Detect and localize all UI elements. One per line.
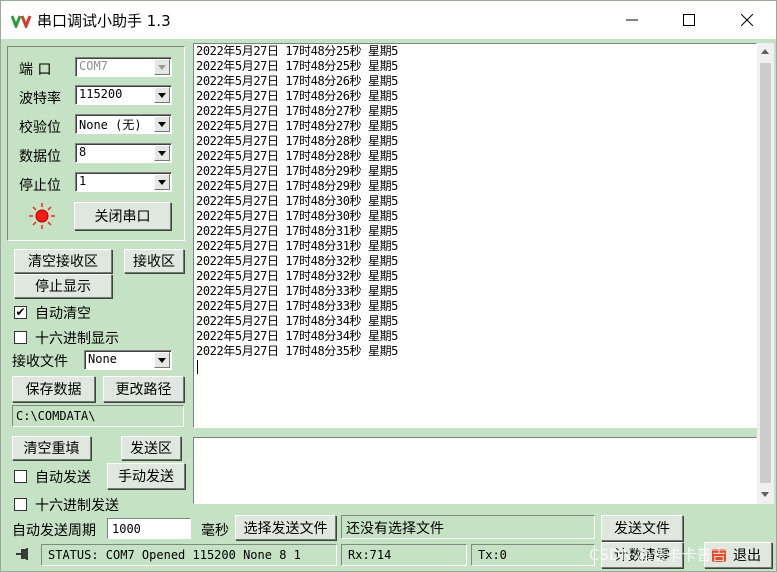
ms-label: 毫秒: [201, 523, 229, 539]
text-caret: [197, 360, 198, 374]
receive-line: 2022年5月27日 17时48分34秒 星期5: [196, 329, 398, 343]
parity-select[interactable]: None (无): [75, 114, 172, 134]
auto-clear-checkbox[interactable]: ✔: [14, 306, 27, 319]
title-bar: 串口调试小助手 1.3: [1, 1, 776, 39]
baud-label: 波特率: [19, 91, 61, 107]
receive-line: 2022年5月27日 17时48分34秒 星期5: [196, 314, 398, 328]
chevron-down-icon[interactable]: [154, 145, 170, 161]
auto-send-label: 自动发送: [35, 470, 91, 486]
receive-line: 2022年5月27日 17时48分25秒 星期5: [196, 44, 398, 58]
send-file-button[interactable]: 发送文件: [601, 515, 683, 541]
hex-display-checkbox[interactable]: [14, 331, 27, 344]
receive-line: 2022年5月27日 17时48分30秒 星期5: [196, 194, 398, 208]
minimize-icon: [626, 19, 638, 21]
send-area-button[interactable]: 发送区: [121, 436, 181, 460]
send-file-status: 还没有选择文件: [341, 515, 595, 539]
receive-area-button[interactable]: 接收区: [124, 249, 184, 273]
stopbits-label: 停止位: [19, 178, 61, 194]
period-label: 自动发送周期: [12, 523, 96, 539]
receive-scrollbar[interactable]: [757, 43, 774, 504]
chevron-down-icon[interactable]: [154, 87, 170, 103]
receive-line: 2022年5月27日 17时48分31秒 星期5: [196, 224, 398, 238]
rx-count: Rx:714: [341, 544, 467, 566]
auto-clear-label: 自动清空: [35, 306, 91, 322]
port-value: COM7: [79, 59, 108, 73]
chevron-down-icon[interactable]: [154, 59, 170, 75]
maximize-icon: [683, 14, 695, 26]
maximize-button[interactable]: [660, 1, 718, 39]
databits-label: 数据位: [19, 149, 61, 165]
scroll-up-icon[interactable]: [761, 49, 769, 54]
stop-display-button[interactable]: 停止显示: [14, 274, 112, 298]
port-label: 端 口: [19, 62, 52, 78]
receive-line: 2022年5月27日 17时48分27秒 星期5: [196, 104, 398, 118]
parity-value: None (无): [79, 118, 142, 132]
receive-line: 2022年5月27日 17时48分32秒 星期5: [196, 269, 398, 283]
receive-line: 2022年5月27日 17时48分28秒 星期5: [196, 134, 398, 148]
receive-line: 2022年5月27日 17时48分32秒 星期5: [196, 254, 398, 268]
send-textarea[interactable]: [193, 437, 757, 504]
parity-label: 校验位: [19, 120, 61, 136]
databits-value: 8: [79, 145, 87, 159]
app-icon: [11, 15, 32, 28]
pin-icon[interactable]: [15, 547, 31, 561]
scroll-down-icon[interactable]: [761, 492, 769, 497]
save-data-button[interactable]: 保存数据: [12, 376, 95, 402]
receive-line: 2022年5月27日 17时48分26秒 星期5: [196, 74, 398, 88]
close-icon: [741, 14, 753, 26]
receive-lines: 2022年5月27日 17时48分25秒 星期5 2022年5月27日 17时48…: [194, 44, 756, 359]
stopbits-select[interactable]: 1: [75, 172, 172, 192]
status-text: STATUS: COM7 Opened 115200 None 8 1: [41, 544, 337, 566]
chevron-down-icon[interactable]: [154, 352, 170, 368]
save-path-display: C:\COMDATA\: [12, 405, 184, 427]
hex-display-label: 十六进制显示: [35, 331, 119, 347]
tx-count: Tx:0: [471, 544, 595, 566]
receive-line: 2022年5月27日 17时48分26秒 星期5: [196, 89, 398, 103]
clear-receive-button[interactable]: 清空接收区: [14, 249, 112, 273]
receive-file-label: 接收文件: [12, 354, 68, 370]
app-window: 串口调试小助手 1.3 端 口 COM7 波特率 115200 校验位 None…: [0, 0, 777, 572]
receive-line: 2022年5月27日 17时48分33秒 星期5: [196, 284, 398, 298]
hex-send-label: 十六进制发送: [35, 498, 119, 514]
receive-line: 2022年5月27日 17时48分29秒 星期5: [196, 164, 398, 178]
hex-send-checkbox[interactable]: [14, 498, 27, 511]
window-title: 串口调试小助手 1.3: [37, 12, 171, 30]
receive-file-value: None: [88, 352, 117, 366]
receive-line: 2022年5月27日 17时48分31秒 星期5: [196, 239, 398, 253]
close-button[interactable]: [718, 1, 776, 39]
chevron-down-icon[interactable]: [154, 174, 170, 190]
status-led-icon: [29, 203, 55, 229]
scroll-thumb[interactable]: [760, 63, 771, 483]
stopbits-value: 1: [79, 174, 87, 188]
minimize-button[interactable]: [603, 1, 661, 39]
baud-value: 115200: [79, 87, 123, 101]
close-port-button[interactable]: 关闭串口: [74, 202, 171, 230]
exit-label: 退出: [733, 548, 761, 564]
auto-send-checkbox[interactable]: [14, 470, 27, 483]
databits-select[interactable]: 8: [75, 143, 172, 163]
receive-line: 2022年5月27日 17时48分35秒 星期5: [196, 344, 398, 358]
port-select[interactable]: COM7: [75, 57, 172, 77]
receive-line: 2022年5月27日 17时48分30秒 星期5: [196, 209, 398, 223]
baud-select[interactable]: 115200: [75, 85, 172, 105]
receive-textarea[interactable]: 2022年5月27日 17时48分25秒 星期5 2022年5月27日 17时48…: [193, 43, 757, 428]
period-input[interactable]: 1000: [107, 518, 191, 539]
receive-line: 2022年5月27日 17时48分29秒 星期5: [196, 179, 398, 193]
receive-file-select[interactable]: None: [84, 350, 172, 370]
receive-line: 2022年5月27日 17时48分33秒 星期5: [196, 299, 398, 313]
watermark: CSDN @法卡卡普吉: [589, 546, 727, 564]
chevron-down-icon[interactable]: [154, 116, 170, 132]
receive-line: 2022年5月27日 17时48分25秒 星期5: [196, 59, 398, 73]
change-path-button[interactable]: 更改路径: [103, 376, 184, 402]
select-send-file-button[interactable]: 选择发送文件: [235, 515, 336, 540]
clear-send-button[interactable]: 清空重填: [12, 436, 91, 460]
receive-line: 2022年5月27日 17时48分28秒 星期5: [196, 149, 398, 163]
receive-line: 2022年5月27日 17时48分27秒 星期5: [196, 119, 398, 133]
manual-send-button[interactable]: 手动发送: [107, 463, 185, 489]
